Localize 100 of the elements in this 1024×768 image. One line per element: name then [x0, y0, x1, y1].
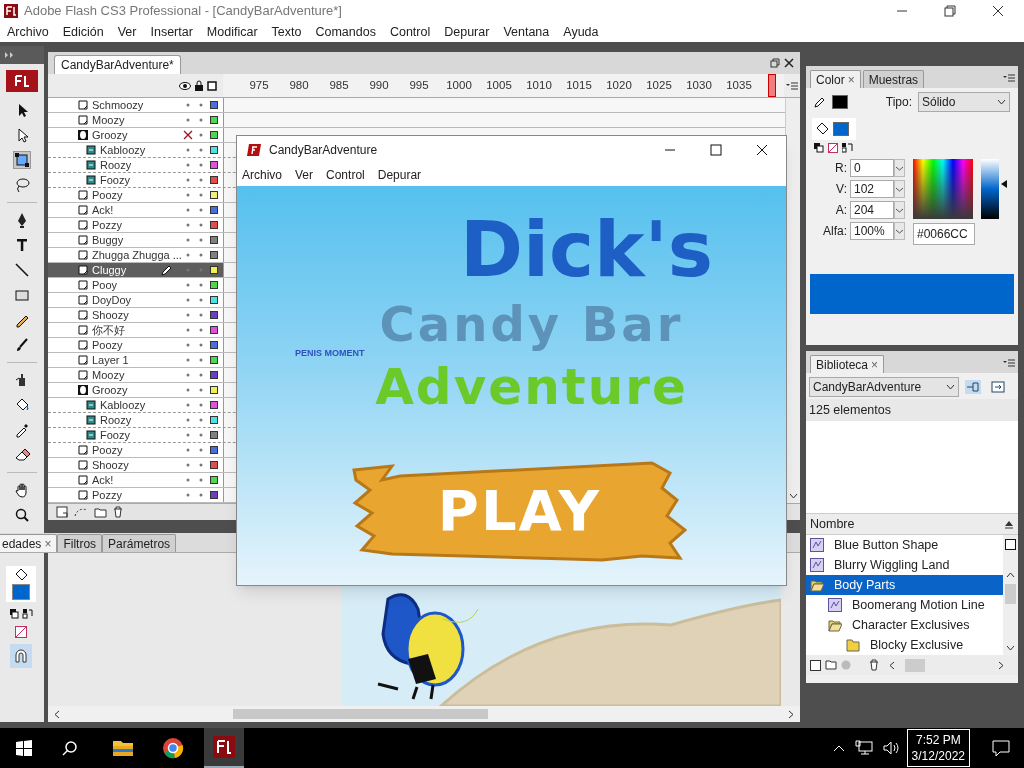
new-symbol-icon[interactable] — [810, 659, 821, 671]
layer-color-swatch[interactable] — [210, 221, 218, 229]
layer-color-swatch[interactable] — [210, 401, 218, 409]
color-spectrum[interactable] — [913, 159, 973, 219]
search-icon[interactable] — [62, 740, 78, 756]
layer-color-swatch[interactable] — [210, 251, 218, 259]
stroke-color-swatch[interactable] — [832, 95, 848, 109]
menu-item[interactable]: Texto — [271, 22, 302, 42]
no-color-icon[interactable] — [15, 626, 27, 638]
layer-color-swatch[interactable] — [210, 386, 218, 394]
chevron-down-icon[interactable] — [894, 159, 905, 177]
layer-color-swatch[interactable] — [210, 236, 218, 244]
scrollbar-thumb[interactable] — [905, 658, 925, 672]
number-field[interactable]: 100% — [850, 222, 894, 240]
library-item[interactable]: Boomerang Motion Line — [806, 595, 1003, 615]
menu-item[interactable]: Ventana — [503, 22, 550, 42]
scroll-right-icon[interactable] — [788, 709, 794, 719]
menu-item[interactable]: Edición — [62, 22, 104, 42]
no-color-icon[interactable] — [828, 143, 838, 153]
trash-icon[interactable] — [869, 659, 879, 671]
library-item[interactable]: Character Exclusives — [806, 615, 1003, 635]
panel-tab[interactable]: Color × — [810, 70, 861, 88]
panel-tab[interactable]: Muestras — [862, 70, 925, 88]
layer-color-swatch[interactable] — [210, 341, 218, 349]
transform-icon[interactable] — [14, 152, 30, 168]
restore-icon[interactable] — [944, 5, 956, 17]
paint-bucket-icon[interactable] — [14, 397, 30, 413]
taskbar-app-button[interactable] — [204, 728, 244, 768]
number-field[interactable]: 102 — [850, 180, 894, 198]
line-icon[interactable] — [14, 262, 30, 278]
close-icon[interactable] — [784, 58, 794, 68]
chevron-up-icon[interactable] — [832, 744, 845, 752]
menu-item[interactable]: Modificar — [206, 22, 258, 42]
chevron-down-icon[interactable] — [894, 180, 905, 198]
layer-color-swatch[interactable] — [210, 146, 218, 154]
folder-icon[interactable] — [94, 506, 107, 518]
menu-item[interactable]: Archivo — [7, 22, 49, 42]
panel-tab[interactable]: Parámetros — [102, 534, 177, 552]
new-folder-icon[interactable] — [825, 660, 837, 670]
eyedropper-icon[interactable] — [14, 422, 30, 438]
document-tab[interactable]: CandyBarAdventure* — [54, 55, 181, 74]
layer-color-swatch[interactable] — [210, 296, 218, 304]
scrollbar-thumb[interactable] — [1005, 584, 1016, 604]
close-icon[interactable] — [756, 144, 768, 156]
clock[interactable]: 7:52 PM 3/12/2022 — [906, 729, 970, 767]
panel-menu-icon[interactable] — [786, 80, 798, 91]
swap-colors-icon[interactable] — [842, 143, 854, 153]
scroll-up-icon[interactable] — [1006, 572, 1015, 578]
menu-item[interactable]: Archivo — [242, 166, 282, 184]
trash-icon[interactable] — [113, 506, 123, 518]
menu-item[interactable]: Depurar — [444, 22, 490, 42]
new-library-icon[interactable] — [991, 381, 1005, 393]
layer-color-swatch[interactable] — [210, 371, 218, 379]
layer-color-swatch[interactable] — [210, 101, 218, 109]
number-field[interactable]: 204 — [850, 201, 894, 219]
layer-color-swatch[interactable] — [210, 326, 218, 334]
lasso-icon[interactable] — [14, 177, 30, 193]
menu-item[interactable]: Ver — [295, 166, 314, 184]
default-colors-icon[interactable] — [814, 143, 824, 153]
chevron-down-icon[interactable] — [894, 201, 905, 219]
layer-row[interactable]: Cluggy — [48, 263, 223, 277]
layer-color-swatch[interactable] — [210, 161, 218, 169]
library-item[interactable]: Blurry Wiggling Land — [806, 555, 1003, 575]
fill-color-swatch[interactable] — [833, 122, 849, 136]
maximize-icon[interactable] — [710, 144, 722, 156]
layer-color-swatch[interactable] — [210, 446, 218, 454]
swap-colors-icon[interactable] — [9, 608, 33, 620]
chevron-down-icon[interactable] — [894, 222, 905, 240]
layer-color-swatch[interactable] — [210, 266, 218, 274]
panel-tab[interactable]: Biblioteca × — [810, 355, 885, 373]
new-layer-icon[interactable] — [56, 506, 68, 518]
scrollbar-thumb[interactable] — [233, 709, 488, 719]
layer-color-swatch[interactable] — [210, 191, 218, 199]
zoom-icon[interactable] — [14, 507, 30, 523]
menu-item[interactable]: Insertar — [150, 22, 193, 42]
slider-marker-icon[interactable] — [1001, 180, 1007, 189]
pencil-icon[interactable] — [814, 96, 826, 108]
restore-icon[interactable] — [770, 58, 780, 68]
menu-item[interactable]: Depurar — [377, 166, 422, 184]
paint-bucket-icon[interactable] — [815, 122, 829, 136]
hex-field[interactable]: #0066CC — [913, 223, 975, 245]
snap-button[interactable] — [10, 644, 32, 668]
volume-icon[interactable] — [882, 740, 901, 756]
library-item[interactable]: Blocky Exclusive — [806, 635, 1003, 655]
layer-color-swatch[interactable] — [210, 176, 218, 184]
menu-item[interactable]: Ayuda — [563, 22, 599, 42]
hidden-icon[interactable] — [183, 130, 193, 140]
panel-tab[interactable]: edades × — [0, 534, 58, 552]
panel-tab[interactable]: Filtros — [57, 534, 103, 552]
type-dropdown[interactable]: Sólido — [918, 92, 1010, 112]
scroll-right-icon[interactable] — [998, 660, 1004, 670]
menu-item[interactable]: Comandos — [315, 22, 376, 42]
paint-bucket-icon[interactable] — [14, 568, 28, 582]
scroll-down-icon[interactable] — [1006, 645, 1015, 651]
close-icon[interactable] — [992, 5, 1004, 17]
menu-item[interactable]: Control — [326, 166, 365, 184]
menu-item[interactable]: Ver — [117, 22, 137, 42]
text-tool-icon[interactable] — [14, 237, 30, 253]
layer-color-swatch[interactable] — [210, 116, 218, 124]
eraser-icon[interactable] — [14, 447, 30, 463]
